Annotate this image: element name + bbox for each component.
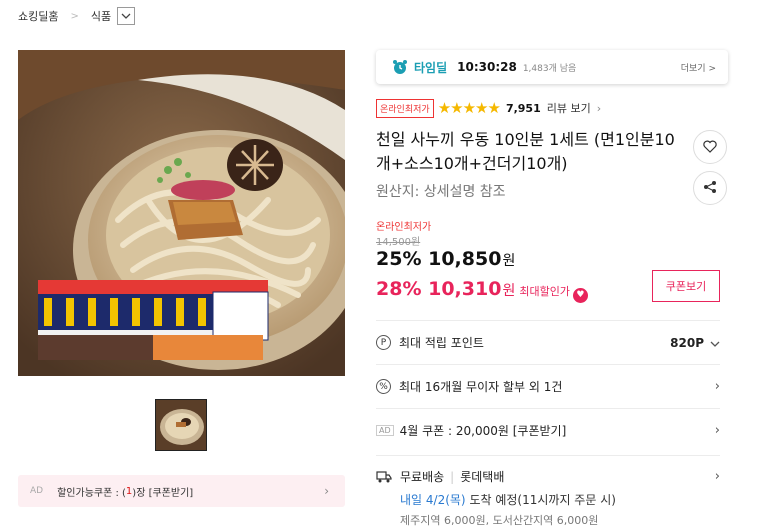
- timedeal-banner[interactable]: 타임딜 10:30:28 1,483개 남음 더보기 >: [376, 50, 728, 84]
- review-count: 7,951: [505, 101, 541, 115]
- chevron-right-icon: ›: [714, 469, 720, 484]
- shipping-section[interactable]: 무료배송 | 롯데택배 › 내일 4/2(목) 도착 예정(11시까지 주문 시…: [376, 455, 720, 528]
- discount-price-2: 28% 10,310 원 최대할인가 ♥: [376, 278, 588, 303]
- product-thumbnail[interactable]: [155, 399, 207, 451]
- delivery-date: 내일 4/2(목): [400, 493, 466, 507]
- lowest-price-badge: 온라인최저가: [376, 98, 434, 118]
- installment-row[interactable]: % 최대 16개월 무이자 할부 외 1건 ›: [376, 364, 720, 408]
- original-price: 14,500원: [376, 237, 421, 248]
- product-main-image[interactable]: [18, 50, 345, 376]
- carrier: 롯데택배: [460, 470, 505, 484]
- discount-amount-1: 10,850: [428, 248, 502, 270]
- points-value-wrap: 820P: [670, 336, 720, 350]
- point-icon: P: [376, 335, 391, 350]
- points-label: 최대 적립 포인트: [399, 336, 484, 350]
- chevron-down-icon: [710, 336, 720, 350]
- timedeal-label: 타임딜: [414, 60, 448, 75]
- timedeal-countdown: 10:30:28: [457, 60, 517, 74]
- currency-label: 원: [502, 253, 516, 269]
- ad-tag: AD: [376, 425, 394, 436]
- review-link[interactable]: 리뷰 보기: [547, 100, 591, 116]
- product-origin: 원산지: 상세설명 참조: [376, 184, 506, 200]
- share-button[interactable]: [693, 171, 727, 205]
- chevron-down-icon[interactable]: [117, 7, 136, 25]
- delivery-note: 도착 예정(11시까지 주문 시): [465, 493, 616, 507]
- free-shipping: 무료배송: [400, 470, 445, 484]
- alarm-clock-icon: [392, 59, 408, 75]
- price-label: 온라인최저가: [376, 222, 432, 233]
- divider: |: [450, 469, 455, 484]
- discount-rate-2: 28%: [376, 278, 422, 300]
- heart-badge-icon[interactable]: ♥: [572, 287, 588, 303]
- currency-label: 원: [502, 283, 516, 299]
- product-title: 천일 사누끼 우동 10인분 1세트 (면1인분10개+소스10개+건더기10개…: [376, 130, 675, 173]
- max-discount-label: 최대할인가: [519, 285, 570, 298]
- star-rating-icon: ★★★★★: [437, 99, 501, 117]
- truck-icon: [376, 470, 392, 483]
- category-select[interactable]: 식품: [91, 7, 136, 25]
- ad-tag: AD: [30, 486, 44, 496]
- like-button[interactable]: [693, 130, 727, 164]
- points-value: 820P: [670, 335, 704, 350]
- coupon-text-suffix: )장 [쿠폰받기]: [132, 487, 194, 499]
- share-icon: [703, 179, 717, 198]
- installment-text: 최대 16개월 무이자 할부 외 1건: [399, 380, 563, 394]
- coupon-text: 4월 쿠폰 : 20,000원 [쿠폰받기]: [399, 424, 567, 438]
- chevron-right-icon: ›: [324, 484, 329, 498]
- timedeal-more-link[interactable]: 더보기 >: [681, 61, 716, 74]
- discount-amount-2: 10,310: [428, 278, 502, 300]
- breadcrumb-home[interactable]: 쇼킹딜홈: [18, 8, 58, 24]
- coupon-text-prefix: 할인가능쿠폰 : (: [57, 487, 126, 499]
- chevron-right-icon: ›: [714, 379, 720, 394]
- coupon-row[interactable]: AD 4월 쿠폰 : 20,000원 [쿠폰받기] ›: [376, 408, 720, 452]
- rating-row: 온라인최저가 ★★★★★ 7,951 리뷰 보기 ›: [376, 98, 601, 118]
- view-coupon-button[interactable]: 쿠폰보기: [652, 270, 720, 302]
- points-row[interactable]: P 최대 적립 포인트 820P: [376, 320, 720, 364]
- discount-rate-1: 25%: [376, 248, 422, 270]
- extra-shipping-fee: 제주지역 6,000원, 도서산간지역 6,000원: [400, 514, 599, 527]
- ad-coupon-banner[interactable]: AD 할인가능쿠폰 : (1)장 [쿠폰받기] ›: [18, 475, 345, 507]
- delivery-estimate: 내일 4/2(목) 도착 예정(11시까지 주문 시): [400, 491, 720, 508]
- shipping-header: 무료배송 | 롯데택배 ›: [376, 468, 720, 485]
- chevron-right-icon: ›: [596, 101, 602, 115]
- discount-price-1: 25% 10,850 원: [376, 248, 515, 270]
- percent-icon: %: [376, 379, 391, 394]
- breadcrumb: 쇼킹딜홈 > 식품: [18, 6, 136, 26]
- heart-icon: [703, 138, 717, 157]
- chevron-right-icon: >: [70, 10, 79, 22]
- timedeal-remaining: 1,483개 남음: [522, 63, 577, 74]
- chevron-right-icon: ›: [714, 423, 720, 438]
